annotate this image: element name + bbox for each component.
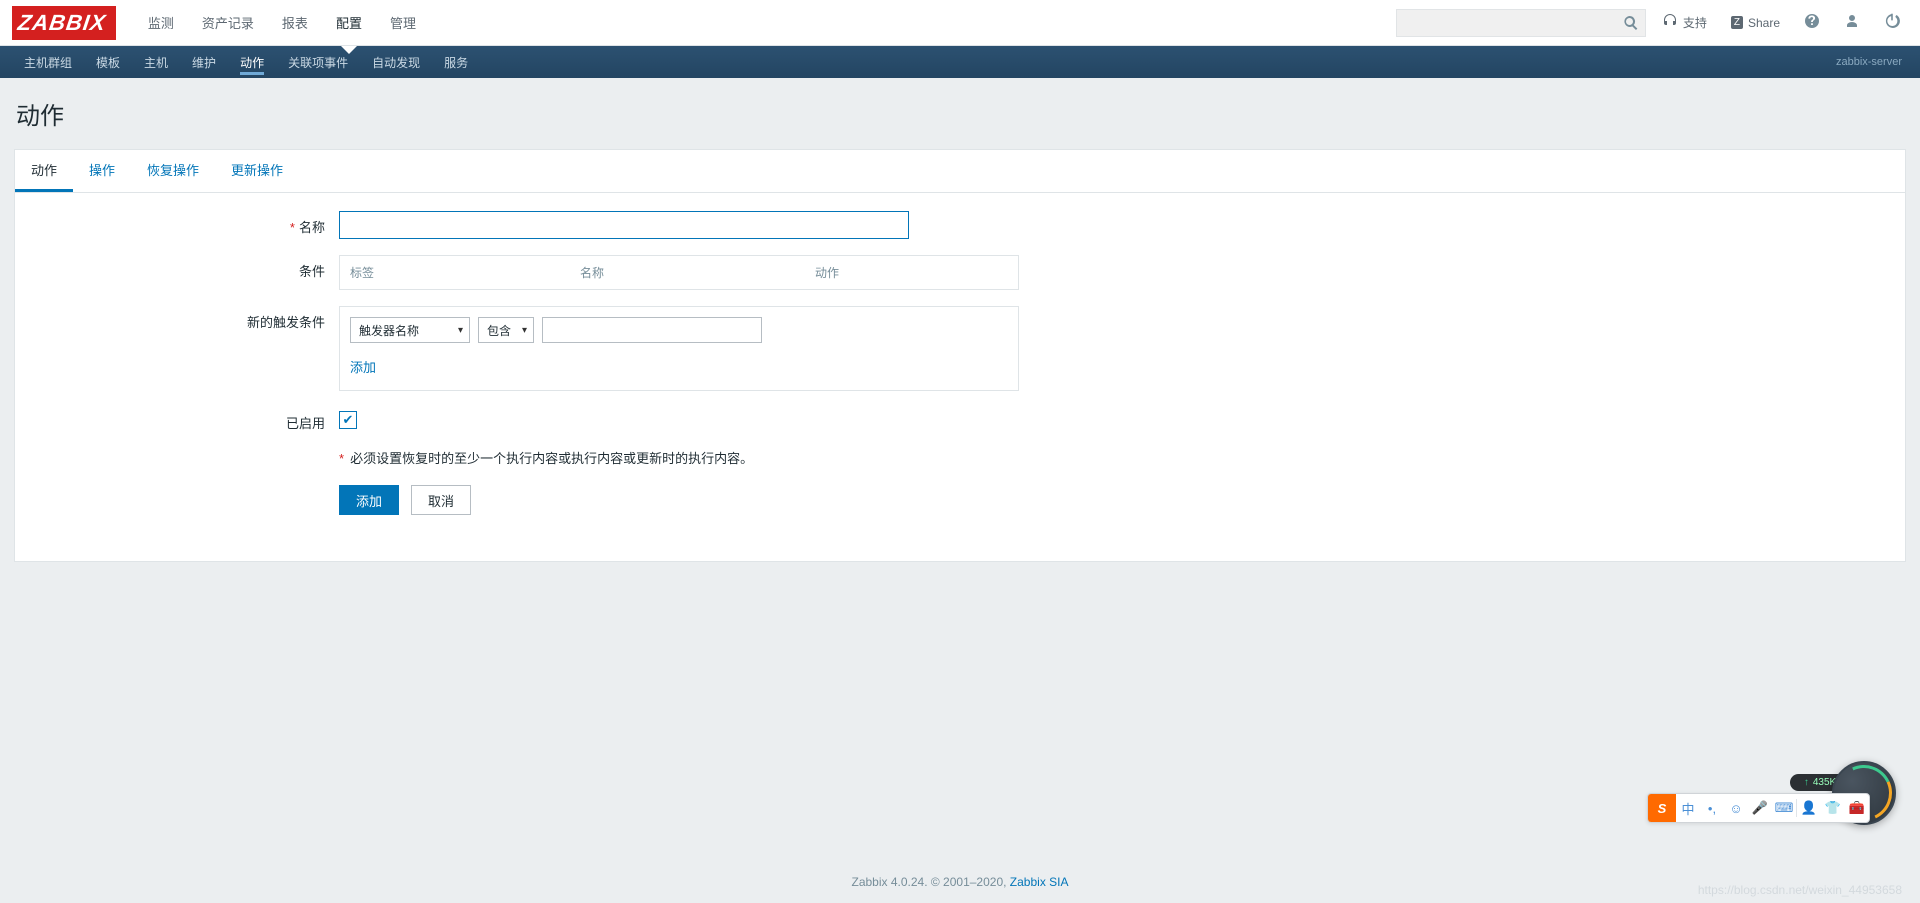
add-condition-link[interactable]: 添加 (350, 357, 376, 376)
page-title: 动作 (0, 78, 1920, 149)
arrow-up-icon: ↑ (1804, 777, 1809, 788)
tab[interactable]: 动作 (15, 150, 73, 192)
search-icon[interactable] (1623, 15, 1639, 34)
row-name: *名称 (39, 211, 1881, 239)
cond-col-name: 名称 (580, 264, 815, 281)
logo[interactable]: ZABBIX (12, 6, 116, 40)
main-nav-item[interactable]: 管理 (376, 0, 430, 46)
main-nav-item[interactable]: 报表 (268, 0, 322, 46)
footer: Zabbix 4.0.24. © 2001–2020, Zabbix SIA (0, 875, 1920, 889)
share-link[interactable]: Z Share (1723, 16, 1788, 30)
footer-text: Zabbix 4.0.24. © 2001–2020, (852, 875, 1010, 889)
name-input[interactable] (339, 211, 909, 239)
ime-keyboard-icon[interactable]: ⌨ (1772, 800, 1796, 816)
new-trigger-label: 新的触发条件 (39, 306, 339, 331)
required-marker: * (339, 451, 344, 466)
main-nav: 监测资产记录报表配置管理 (134, 0, 430, 46)
sub-nav-item[interactable]: 主机群组 (12, 46, 84, 78)
ime-punct-icon[interactable]: •, (1700, 801, 1724, 816)
row-new-trigger: 新的触发条件 触发器名称 包含 添加 (39, 306, 1881, 391)
enabled-checkbox[interactable] (339, 411, 357, 429)
main-nav-item[interactable]: 配置 (322, 0, 376, 46)
server-name: zabbix-server (1836, 56, 1908, 68)
name-label: *名称 (39, 211, 339, 236)
sub-nav: 主机群组模板主机维护动作关联项事件自动发现服务 (12, 46, 480, 78)
main-nav-item[interactable]: 监测 (134, 0, 188, 46)
sub-nav-item[interactable]: 自动发现 (360, 46, 432, 78)
trigger-value-input[interactable] (542, 317, 762, 343)
search-input[interactable] (1397, 10, 1645, 36)
help-icon[interactable] (1796, 13, 1828, 32)
sub-nav-item[interactable]: 主机 (132, 46, 180, 78)
sub-nav-item[interactable]: 动作 (228, 46, 276, 78)
sub-nav-item[interactable]: 维护 (180, 46, 228, 78)
content-panel: 动作操作恢复操作更新操作 *名称 条件 标签 名称 动作 (14, 149, 1906, 562)
power-icon[interactable] (1876, 13, 1908, 32)
search-box (1396, 9, 1646, 37)
condition-header: 标签 名称 动作 (340, 256, 1018, 289)
condition-label: 条件 (39, 255, 339, 280)
ime-skin-icon[interactable]: 👕 (1821, 800, 1845, 816)
ime-user-icon[interactable]: 👤 (1797, 800, 1821, 816)
ime-mic-icon[interactable]: 🎤 (1748, 800, 1772, 816)
ime-emoji-icon[interactable]: ☺ (1724, 801, 1748, 816)
trigger-type-select[interactable]: 触发器名称 (350, 317, 470, 343)
row-enabled: 已启用 (39, 407, 1881, 432)
row-warning: *必须设置恢复时的至少一个执行内容或执行内容或更新时的执行内容。 添加 取消 (39, 448, 1881, 515)
ime-toolbar[interactable]: S 中 •, ☺ 🎤 ⌨ 👤 👕 🧰 (1647, 793, 1870, 823)
cond-col-tag: 标签 (350, 264, 580, 281)
support-label: 支持 (1683, 14, 1707, 31)
form-area: *名称 条件 标签 名称 动作 新的触发条 (15, 193, 1905, 561)
ime-toolbox-icon[interactable]: 🧰 (1845, 800, 1869, 816)
required-marker: * (290, 220, 295, 235)
footer-link[interactable]: Zabbix SIA (1010, 875, 1069, 889)
tab[interactable]: 恢复操作 (131, 150, 215, 192)
condition-table: 标签 名称 动作 (339, 255, 1019, 290)
cond-col-action: 动作 (815, 264, 1008, 281)
button-row: 添加 取消 (339, 485, 753, 515)
support-link[interactable]: 支持 (1654, 13, 1715, 32)
header-top: ZABBIX 监测资产记录报表配置管理 支持 Z Share (0, 0, 1920, 46)
header-sub: 主机群组模板主机维护动作关联项事件自动发现服务 zabbix-server (0, 46, 1920, 78)
submit-button[interactable]: 添加 (339, 485, 399, 515)
ime-lang[interactable]: 中 (1676, 799, 1700, 818)
ime-logo-icon: S (1648, 794, 1676, 822)
row-condition: 条件 标签 名称 动作 (39, 255, 1881, 290)
sub-nav-item[interactable]: 服务 (432, 46, 480, 78)
trigger-box: 触发器名称 包含 添加 (339, 306, 1019, 391)
user-icon[interactable] (1836, 13, 1868, 32)
tabs: 动作操作恢复操作更新操作 (15, 150, 1905, 193)
enabled-label: 已启用 (39, 407, 339, 432)
z-badge-icon: Z (1731, 16, 1743, 29)
main-nav-item[interactable]: 资产记录 (188, 0, 268, 46)
watermark: https://blog.csdn.net/weixin_44953658 (1698, 883, 1902, 897)
warning-text: *必须设置恢复时的至少一个执行内容或执行内容或更新时的执行内容。 (339, 448, 753, 467)
cancel-button[interactable]: 取消 (411, 485, 471, 515)
operator-select[interactable]: 包含 (478, 317, 534, 343)
tab[interactable]: 操作 (73, 150, 131, 192)
share-label: Share (1748, 16, 1780, 30)
header-right: 支持 Z Share (1396, 9, 1908, 37)
tab[interactable]: 更新操作 (215, 150, 299, 192)
sub-nav-item[interactable]: 模板 (84, 46, 132, 78)
headset-icon (1662, 13, 1678, 32)
